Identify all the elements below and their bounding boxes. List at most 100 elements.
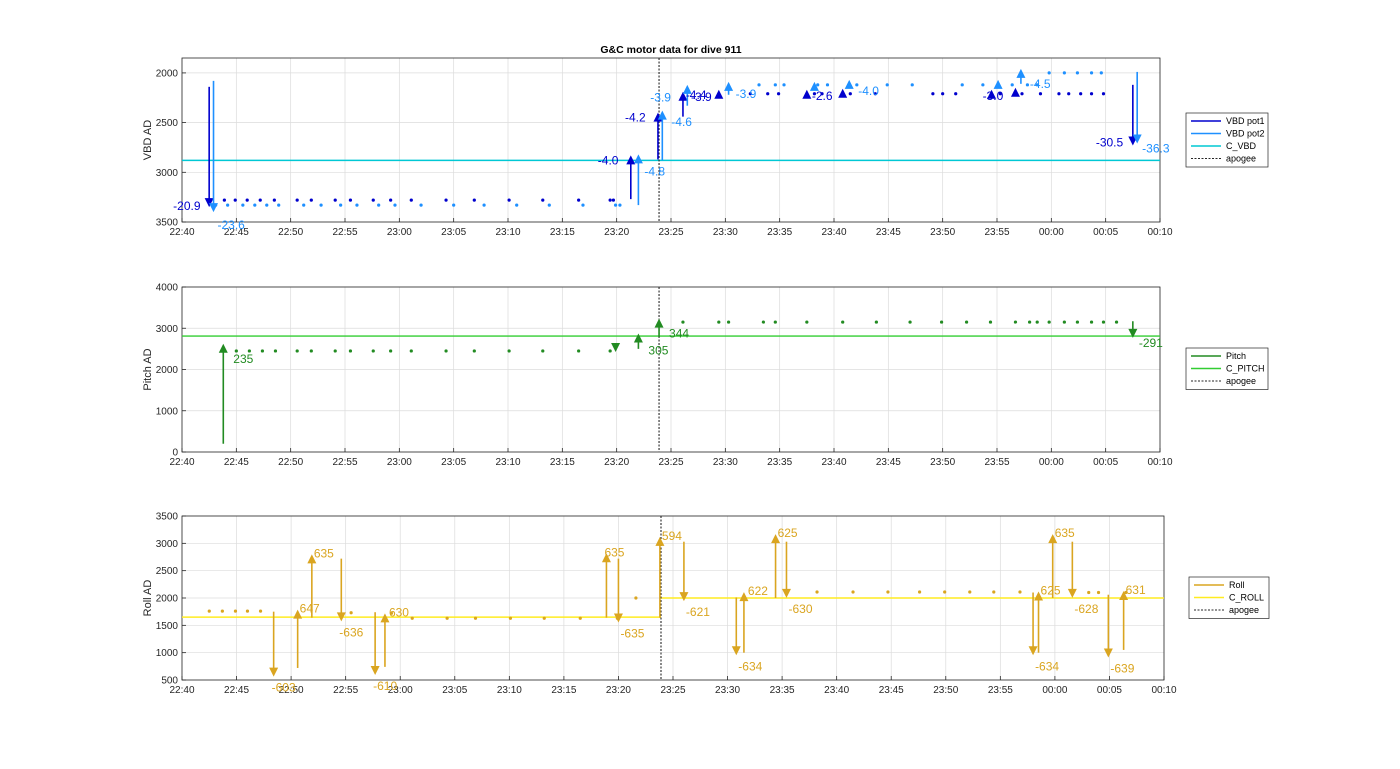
pitch-panel: 22:40 22:45 22:50 22:55 23:00 23:05 23:10 23:15… <box>142 283 1269 468</box>
roll-xtick-label-6: 23:10 <box>497 685 522 696</box>
pitch-ytick-label-3: 3000 <box>156 324 179 335</box>
vbd-vbd-pot2-point-3 <box>253 203 257 207</box>
vbd-vbd-pot2-point-20 <box>757 83 761 87</box>
roll-ylabel: Roll AD <box>142 580 154 617</box>
pitch-pitch-point-26 <box>939 320 944 324</box>
vbd-vbd-pot2-point-7 <box>319 203 323 207</box>
roll-roll-point-24 <box>1096 590 1101 595</box>
vbd-vbd-pot1-point-1 <box>222 198 226 202</box>
vbd-vbd-pot2-point-23 <box>816 83 820 87</box>
vbd-xtick-label-13: 23:45 <box>876 227 901 238</box>
roll-legend: Roll C_ROLLapogee <box>1188 576 1270 619</box>
vbd-vbd-pot1-point-34 <box>1067 92 1071 96</box>
vbd-xtick-label-6: 23:10 <box>495 227 520 238</box>
roll-roll-point-11 <box>542 616 546 620</box>
vbd-vbd-pot1-point-21 <box>766 92 770 96</box>
roll-roll-point-16 <box>851 590 855 594</box>
roll-xtick-label-3: 22:55 <box>333 685 358 696</box>
roll-arrow-label-18: -639 <box>1110 661 1134 675</box>
pitch-pitch-point-17 <box>681 320 685 324</box>
pitch-pitch-point-5 <box>309 349 313 353</box>
vbd-xtick-label-9: 23:25 <box>658 227 683 238</box>
roll-xtick-label-9: 23:25 <box>660 685 685 696</box>
pitch-legend-label-2: apogee <box>1226 376 1256 386</box>
vbd-vbd-pot2-point-1 <box>226 203 230 207</box>
vbd-xtick-label-4: 23:00 <box>387 227 412 238</box>
pitch-ytick-label-0: 0 <box>172 448 178 459</box>
vbd-vbd-pot2-point-30 <box>1010 83 1014 87</box>
vbd-arrow-label-10: -2.6 <box>812 89 833 103</box>
vbd-xtick-label-7: 23:15 <box>550 227 575 238</box>
pitch-xtick-label-2: 22:50 <box>278 457 303 468</box>
vbd-legend-label-0: VBD pot1 <box>1226 116 1265 126</box>
roll-xtick-label-13: 23:45 <box>879 685 904 696</box>
roll-xtick-label-17: 00:05 <box>1097 685 1122 696</box>
vbd-arrow-label-5: -3.9 <box>650 91 671 105</box>
pitch-pitch-point-29 <box>1013 320 1018 324</box>
pitch-pitch-point-18 <box>717 320 721 324</box>
vbd-vbd-pot1-point-5 <box>272 198 276 202</box>
vbd-vbd-pot1-point-27 <box>931 92 935 96</box>
roll-roll-point-2 <box>233 609 238 613</box>
roll-xtick-label-12: 23:40 <box>824 685 849 696</box>
vbd-vbd-pot1-point-22 <box>776 92 781 96</box>
vbd-xtick-label-12: 23:40 <box>821 227 846 238</box>
roll-arrow-label-12: 625 <box>778 526 798 540</box>
roll-xtick-label-18: 00:10 <box>1151 685 1176 696</box>
vbd-vbd-pot1-point-35 <box>1079 92 1083 96</box>
pitch-xtick-label-13: 23:45 <box>876 457 901 468</box>
vbd-vbd-pot2-point-17 <box>581 203 585 207</box>
pitch-pitch-point-36 <box>1101 320 1106 324</box>
roll-arrow-label-15: 625 <box>1041 584 1061 598</box>
vbd-vbd-pot1-point-28 <box>941 92 945 96</box>
vbd-vbd-pot2-point-27 <box>910 83 914 87</box>
vbd-ylabel: VBD AD <box>142 120 154 160</box>
roll-ytick-label-3: 2000 <box>156 594 179 605</box>
pitch-pitch-point-24 <box>874 320 878 324</box>
pitch-xtick-label-18: 00:10 <box>1147 457 1172 468</box>
roll-ytick-label-4: 2500 <box>156 566 179 577</box>
roll-roll-point-3 <box>245 609 250 613</box>
pitch-pitch-point-13 <box>507 349 511 353</box>
vbd-vbd-pot1-point-3 <box>245 198 249 202</box>
vbd-vbd-pot2-point-9 <box>355 203 359 207</box>
pitch-xtick-label-6: 23:10 <box>495 457 520 468</box>
roll-ytick-label-1: 1000 <box>156 648 179 659</box>
roll-roll-point-5 <box>349 611 353 615</box>
vbd-xtick-label-8: 23:20 <box>604 227 629 238</box>
pitch-pitch-point-20 <box>761 320 765 324</box>
roll-arrow-label-5: 630 <box>389 605 409 619</box>
vbd-vbd-pot1-point-12 <box>409 198 413 202</box>
vbd-vbd-pot2-point-26 <box>885 83 889 87</box>
vbd-arrow-label-17: -4.5 <box>1030 77 1051 91</box>
roll-arrow-label-10: -634 <box>738 659 762 673</box>
vbd-vbd-pot1-point-29 <box>954 92 958 96</box>
vbd-arrow-label-2: -4.0 <box>598 153 619 167</box>
pitch-pitch-point-8 <box>371 349 375 353</box>
pitch-pitch-point-25 <box>908 320 912 324</box>
roll-roll-point-18 <box>917 590 922 594</box>
vbd-vbd-pot2-point-8 <box>339 203 343 207</box>
roll-legend-label-0: Roll <box>1229 580 1245 590</box>
vbd-vbd-pot1-point-10 <box>371 198 375 202</box>
vbd-ytick-label-2: 3000 <box>156 168 179 179</box>
pitch-xtick-label-0: 22:40 <box>169 457 194 468</box>
pitch-arrow-label-0: 235 <box>233 352 253 366</box>
vbd-vbd-pot1-point-14 <box>472 198 476 202</box>
vbd-arrow-label-0: -20.9 <box>173 199 201 213</box>
vbd-vbd-pot1-point-7 <box>309 198 313 202</box>
roll-xtick-label-1: 22:45 <box>224 685 249 696</box>
roll-roll-point-17 <box>886 590 890 594</box>
roll-xtick-label-11: 23:35 <box>770 685 795 696</box>
pitch-xtick-label-15: 23:55 <box>984 457 1009 468</box>
pitch-xtick-label-1: 22:45 <box>224 457 249 468</box>
pitch-xtick-label-3: 22:55 <box>332 457 357 468</box>
roll-arrow-label-6: 635 <box>604 545 624 559</box>
vbd-vbd-pot1-point-6 <box>295 198 299 202</box>
vbd-arrow-label-4: -4.2 <box>625 111 646 125</box>
roll-roll-point-0 <box>207 609 211 613</box>
roll-roll-point-7 <box>410 616 414 620</box>
vbd-xtick-label-2: 22:50 <box>278 227 303 238</box>
vbd-vbd-pot2-point-31 <box>1025 83 1030 87</box>
vbd-vbd-pot1-point-15 <box>507 198 511 202</box>
